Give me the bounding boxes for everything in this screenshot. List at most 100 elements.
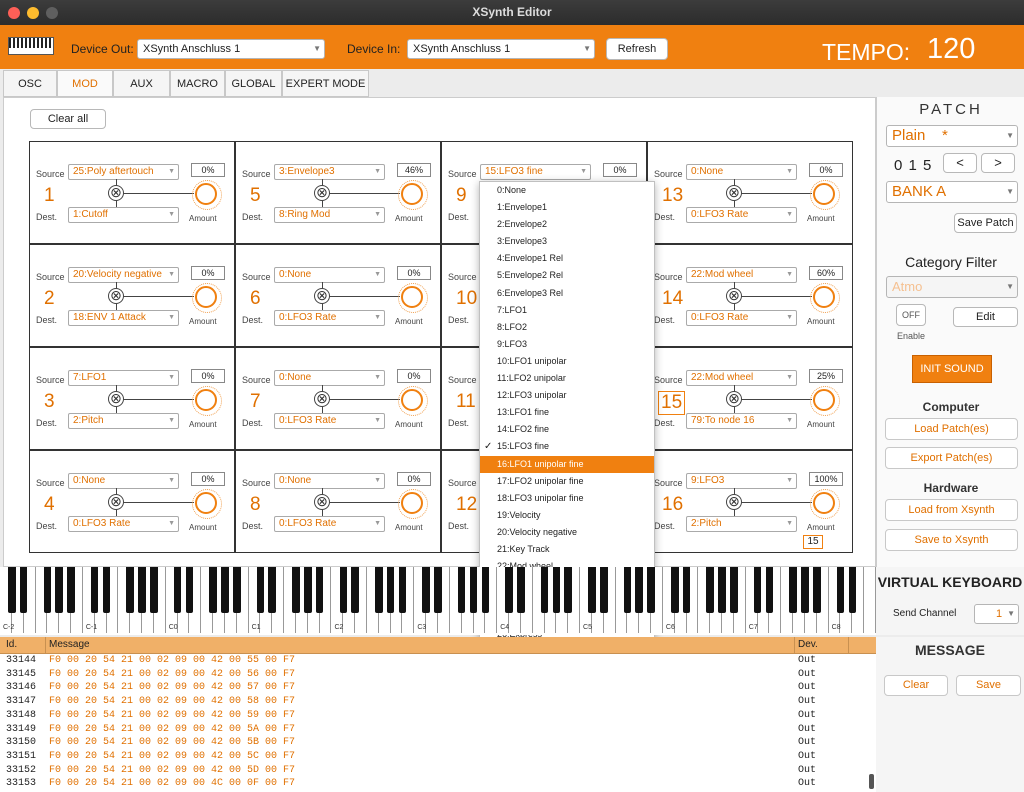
amount-knob[interactable] <box>192 283 222 313</box>
dest-select[interactable]: 0:LFO3 Rate ▼ <box>68 516 179 532</box>
load-patches-button[interactable]: Load Patch(es) <box>885 418 1018 440</box>
dropdown-option[interactable]: 1:Envelope1 <box>480 199 654 216</box>
black-key[interactable] <box>718 567 726 613</box>
black-key[interactable] <box>588 567 596 613</box>
amount-value-field[interactable]: 60% <box>809 266 843 280</box>
tab-osc[interactable]: OSC <box>3 70 57 97</box>
black-key[interactable] <box>268 567 277 613</box>
table-row[interactable]: 33152 F0 00 20 54 21 00 02 09 00 42 00 5D… <box>0 764 876 778</box>
dropdown-option[interactable]: 12:LFO3 unipolar <box>480 387 654 404</box>
black-key[interactable] <box>517 567 525 613</box>
clear-messages-button[interactable]: Clear <box>884 675 948 696</box>
save-messages-button[interactable]: Save <box>956 675 1021 696</box>
amount-knob[interactable] <box>398 283 428 313</box>
bank-select[interactable]: BANK A ▼ <box>886 181 1018 203</box>
patch-name-select[interactable]: Plain * ▼ <box>886 125 1018 147</box>
table-row[interactable]: 33153 F0 00 20 54 21 00 02 09 00 4C 00 0F… <box>0 777 876 791</box>
black-key[interactable] <box>505 567 513 613</box>
black-key[interactable] <box>138 567 146 613</box>
dropdown-option[interactable]: 14:LFO2 fine <box>480 421 654 438</box>
black-key[interactable] <box>173 567 182 613</box>
black-key[interactable] <box>753 567 762 613</box>
black-key[interactable] <box>481 567 490 613</box>
load-from-xsynth-button[interactable]: Load from Xsynth <box>885 499 1018 521</box>
save-patch-button[interactable]: Save Patch <box>954 213 1017 233</box>
dest-select[interactable]: 0:LFO3 Rate ▼ <box>686 207 797 223</box>
amount-value-field[interactable]: 100% <box>809 472 843 486</box>
black-key[interactable] <box>102 567 111 613</box>
black-key[interactable] <box>552 567 561 613</box>
tab-mod[interactable]: MOD <box>57 70 113 97</box>
dest-select[interactable]: 79:To node 16 ▼ <box>686 413 797 429</box>
black-key[interactable] <box>90 567 99 613</box>
white-key[interactable] <box>864 567 876 633</box>
dropdown-option[interactable]: 6:Envelope3 Rel <box>480 285 654 302</box>
dest-select[interactable]: 1:Cutoff ▼ <box>68 207 179 223</box>
amount-knob[interactable] <box>192 386 222 416</box>
source-select[interactable]: 7:LFO1 ▼ <box>68 370 179 386</box>
amount-value-field[interactable]: 0% <box>809 163 843 177</box>
black-key[interactable] <box>469 567 478 613</box>
dropdown-option[interactable]: 17:LFO2 unipolar fine <box>480 473 654 490</box>
dropdown-option[interactable]: 4:Envelope1 Rel <box>480 250 654 267</box>
source-select[interactable]: 22:Mod wheel ▼ <box>686 370 797 386</box>
virtual-keyboard[interactable]: C-2 C-1 C0 C1 C2 C3 C4 C5 C6 C7 C8 <box>0 567 876 635</box>
table-row[interactable]: 33149 F0 00 20 54 21 00 02 09 00 42 00 5A… <box>0 723 876 737</box>
amount-value-field[interactable]: 0% <box>191 369 225 383</box>
black-key[interactable] <box>647 567 655 613</box>
source-select[interactable]: 9:LFO3 ▼ <box>686 473 797 489</box>
amount-value-field[interactable]: 0% <box>397 266 431 280</box>
amount-knob[interactable] <box>398 386 428 416</box>
amount-value-field[interactable]: 0% <box>397 369 431 383</box>
source-select[interactable]: 22:Mod wheel ▼ <box>686 267 797 283</box>
dropdown-option[interactable]: 20:Velocity negative <box>480 524 654 541</box>
amount-knob[interactable] <box>192 489 222 519</box>
dropdown-option[interactable]: 0:None <box>480 182 654 199</box>
dest-select[interactable]: 0:LFO3 Rate ▼ <box>274 310 385 326</box>
black-key[interactable] <box>730 567 738 613</box>
node-target-field[interactable]: 15 <box>803 535 823 549</box>
black-key[interactable] <box>339 567 348 613</box>
dest-select[interactable]: 0:LFO3 Rate ▼ <box>274 516 385 532</box>
amount-value-field[interactable]: 0% <box>603 163 637 177</box>
source-select[interactable]: 0:None ▼ <box>274 473 385 489</box>
dropdown-option[interactable]: 5:Envelope2 Rel <box>480 267 654 284</box>
refresh-button[interactable]: Refresh <box>606 38 668 60</box>
black-key[interactable] <box>232 567 241 613</box>
black-key[interactable] <box>126 567 134 613</box>
amount-knob[interactable] <box>810 180 840 210</box>
tab-macro[interactable]: MACRO <box>170 70 225 97</box>
black-key[interactable] <box>682 567 691 613</box>
black-key[interactable] <box>256 567 265 613</box>
black-key[interactable] <box>150 567 158 613</box>
tab-expert-mode[interactable]: EXPERT MODE <box>282 70 369 97</box>
tab-aux[interactable]: AUX <box>113 70 170 97</box>
black-key[interactable] <box>706 567 715 613</box>
black-key[interactable] <box>55 567 63 613</box>
black-key[interactable] <box>434 567 442 613</box>
category-edit-button[interactable]: Edit <box>953 307 1018 327</box>
table-row[interactable]: 33144 F0 00 20 54 21 00 02 09 00 42 00 55… <box>0 654 876 668</box>
table-row[interactable]: 33145 F0 00 20 54 21 00 02 09 00 42 00 56… <box>0 668 876 682</box>
dropdown-option[interactable]: 11:LFO2 unipolar <box>480 370 654 387</box>
dropdown-option[interactable]: 2:Envelope2 <box>480 216 654 233</box>
minimize-window-button[interactable] <box>27 7 39 19</box>
category-select[interactable]: Atmo ▼ <box>886 276 1018 298</box>
dropdown-option[interactable]: 18:LFO3 unipolar fine <box>480 490 654 507</box>
black-key[interactable] <box>765 567 774 613</box>
black-key[interactable] <box>43 567 52 613</box>
black-key[interactable] <box>564 567 572 613</box>
export-patches-button[interactable]: Export Patch(es) <box>885 447 1018 469</box>
dest-select[interactable]: 0:LFO3 Rate ▼ <box>686 310 797 326</box>
category-enable-toggle[interactable]: OFF <box>896 304 926 326</box>
black-key[interactable] <box>315 567 324 613</box>
source-select[interactable]: 0:None ▼ <box>274 370 385 386</box>
black-key[interactable] <box>848 567 857 613</box>
black-key[interactable] <box>813 567 821 613</box>
amount-value-field[interactable]: 0% <box>191 266 225 280</box>
send-channel-select[interactable]: 1 ▼ <box>974 604 1019 624</box>
next-patch-button[interactable]: > <box>981 153 1015 173</box>
tab-global[interactable]: GLOBAL <box>225 70 282 97</box>
dropdown-option[interactable]: ✓ 15:LFO3 fine <box>480 438 654 455</box>
dest-select[interactable]: 0:LFO3 Rate ▼ <box>274 413 385 429</box>
